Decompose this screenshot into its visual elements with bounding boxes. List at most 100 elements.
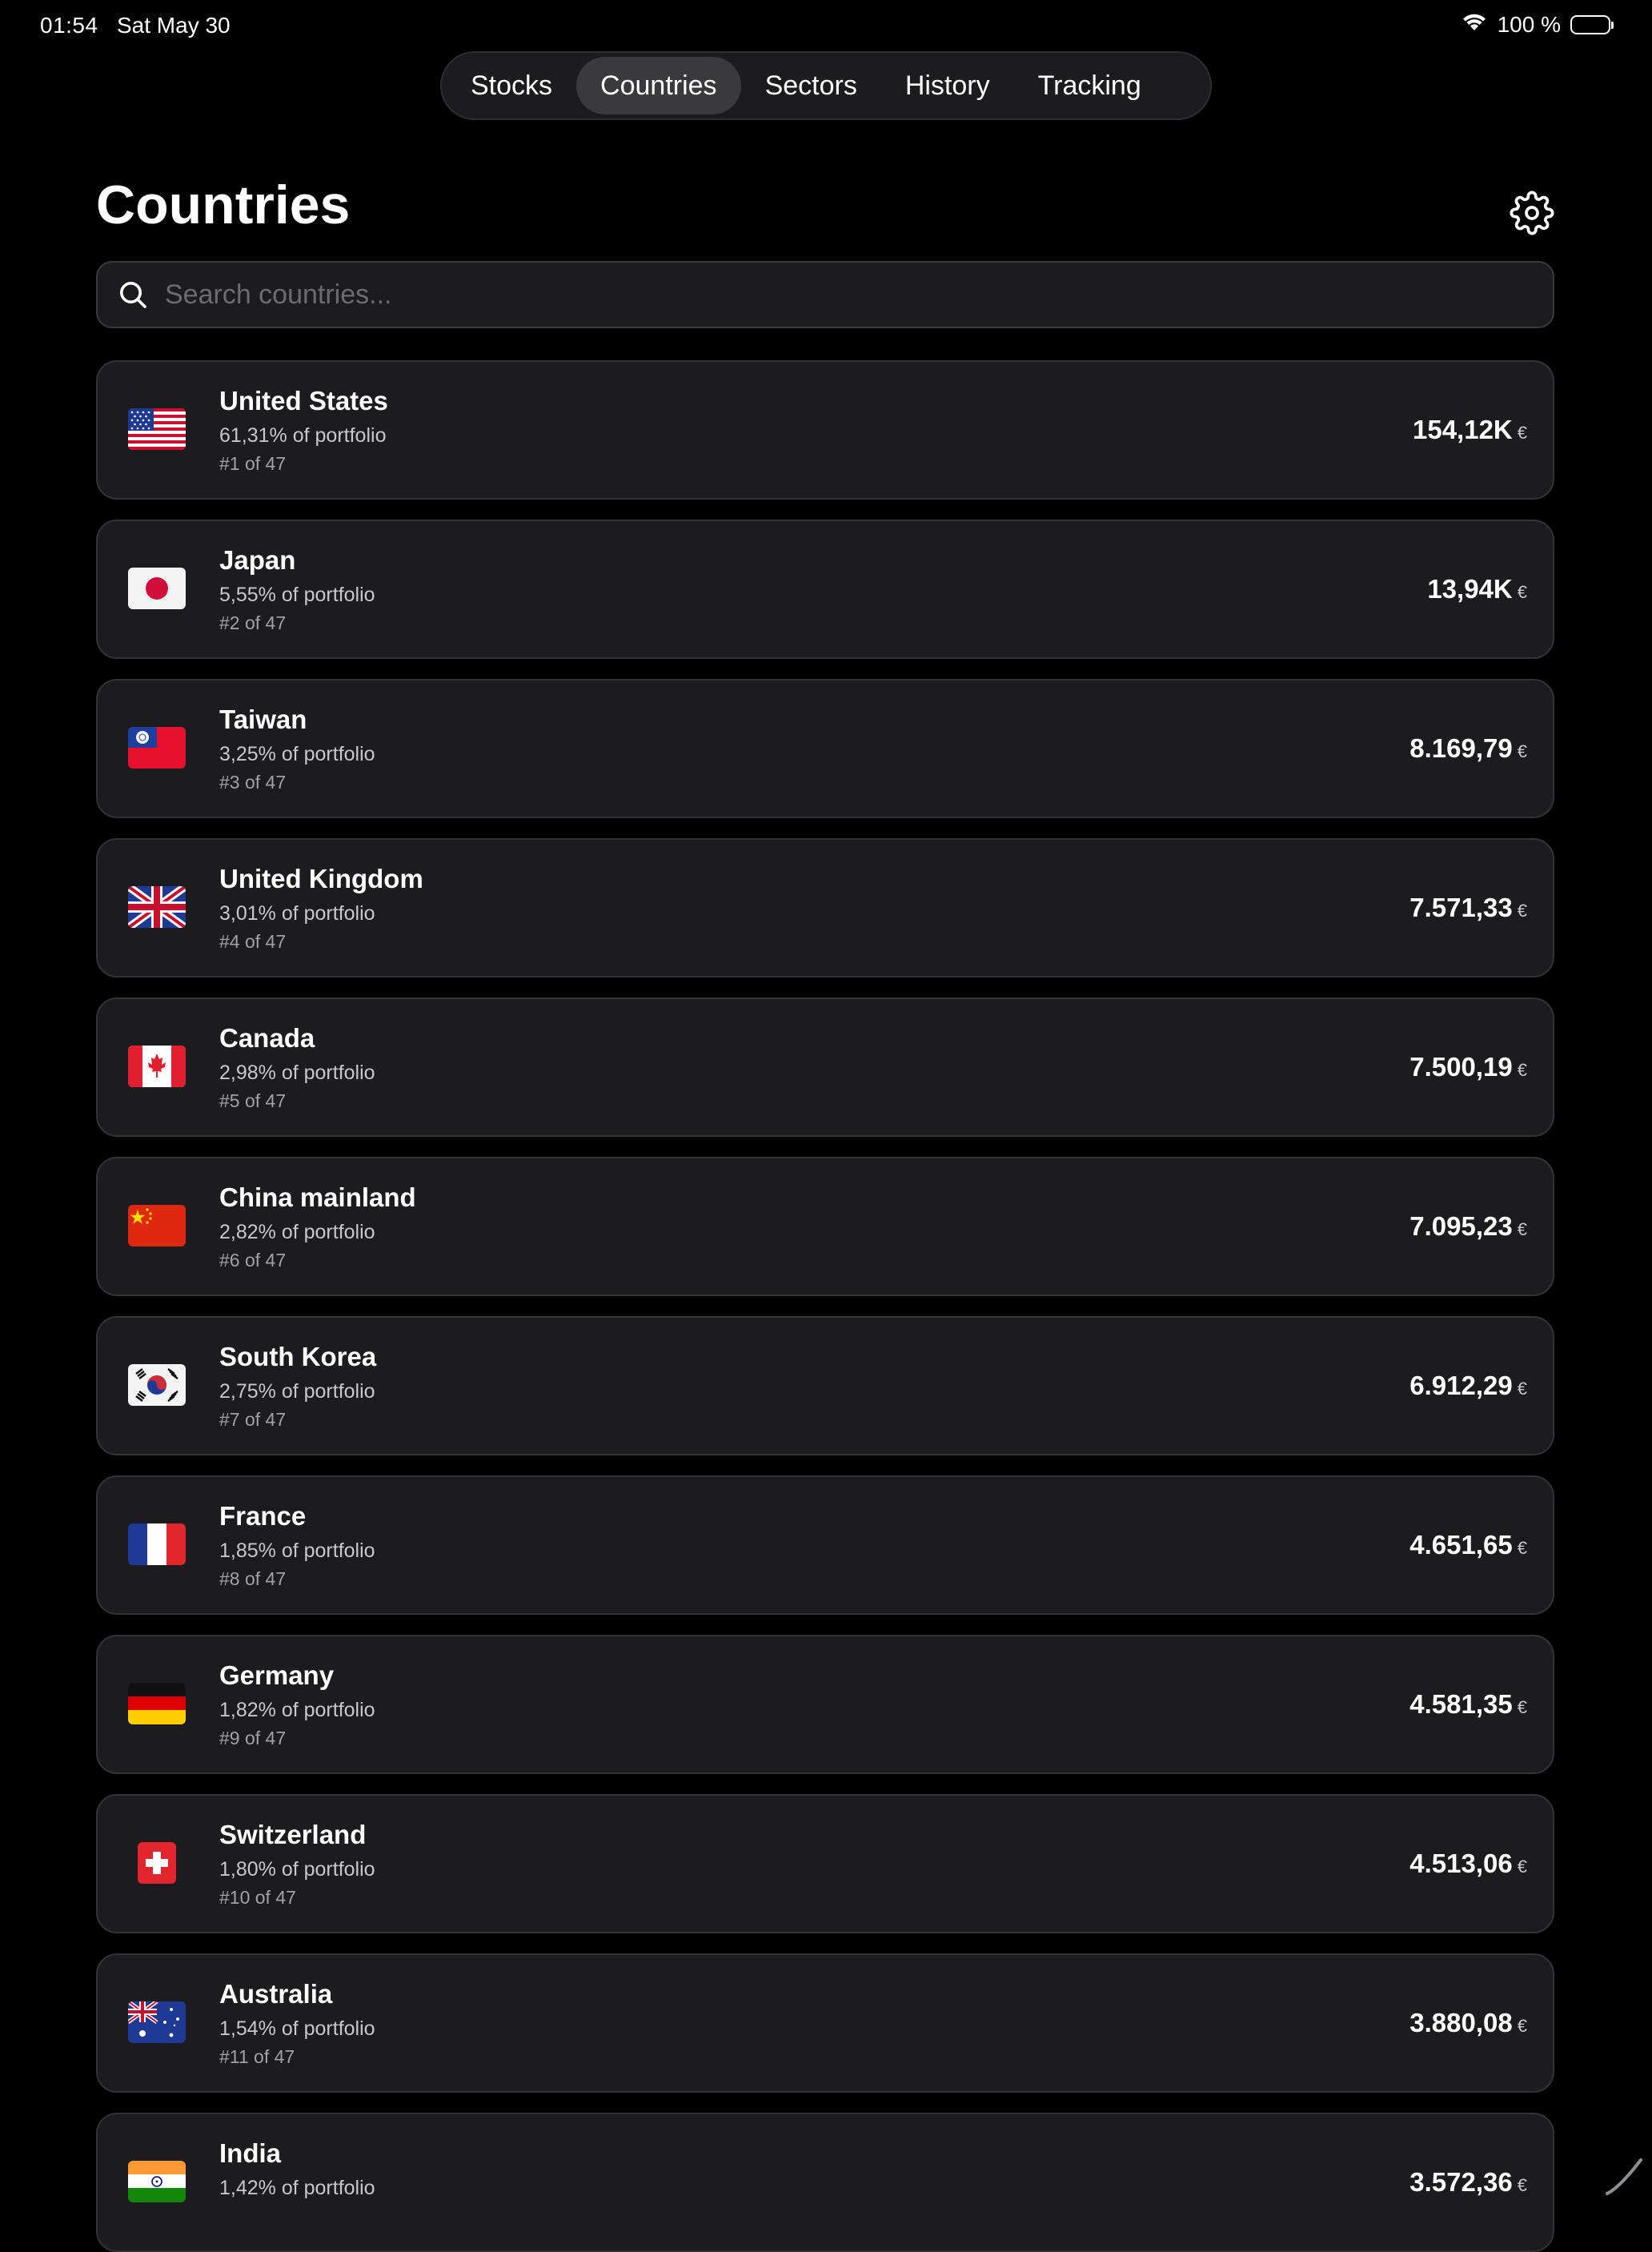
- country-name: Australia: [219, 1979, 333, 2009]
- value-amount: 4.651,65: [1409, 1530, 1513, 1560]
- country-value: 3.572,36 €: [1409, 2167, 1527, 2198]
- country-share: 1,85% of portfolio: [219, 1539, 375, 1562]
- value-currency: €: [1517, 1538, 1527, 1558]
- country-rank: #8 of 47: [219, 1568, 287, 1589]
- tab-tracking[interactable]: Tracking: [1014, 57, 1165, 114]
- country-row-australia[interactable]: Australia 1,54% of portfolio #11 of 47 3…: [96, 1953, 1554, 2093]
- country-rank: #11 of 47: [219, 2046, 295, 2067]
- tab-history[interactable]: History: [881, 57, 1014, 114]
- value-amount: 7.500,19: [1409, 1052, 1513, 1082]
- country-name: China mainland: [219, 1182, 416, 1212]
- country-rank: #5 of 47: [219, 1090, 287, 1111]
- country-share: 2,82% of portfolio: [219, 1221, 375, 1243]
- value-amount: 4.513,06: [1409, 1849, 1513, 1878]
- country-name: India: [219, 2138, 282, 2168]
- country-row-india[interactable]: India 1,42% of portfolio 3.572,36 €: [96, 2113, 1554, 2252]
- search-input[interactable]: [163, 278, 1553, 311]
- country-name: Taiwan: [219, 705, 307, 734]
- status-indicators: 100 %: [1461, 11, 1614, 38]
- flag-au-icon: [128, 2001, 186, 2043]
- tab-bar: Stocks Countries Sectors History Trackin…: [440, 51, 1212, 120]
- country-share: 3,25% of portfolio: [219, 743, 375, 765]
- country-name: United States: [219, 386, 388, 415]
- country-value: 7.571,33 €: [1409, 893, 1527, 923]
- value-currency: €: [1517, 2175, 1527, 2195]
- country-row-united-kingdom[interactable]: United Kingdom 3,01% of portfolio #4 of …: [96, 838, 1554, 977]
- flag-ca-icon: [128, 1046, 186, 1087]
- country-value: 3.880,08 €: [1409, 2008, 1527, 2038]
- flag-de-icon: [128, 1683, 186, 1724]
- tab-stocks[interactable]: Stocks: [447, 57, 576, 114]
- country-value: 6.912,29 €: [1409, 1371, 1527, 1401]
- tab-countries[interactable]: Countries: [576, 57, 741, 114]
- value-amount: 154,12K: [1412, 415, 1513, 444]
- country-share: 5,55% of portfolio: [219, 584, 375, 606]
- battery-icon: [1570, 14, 1614, 34]
- flag-cn-icon: [128, 1205, 186, 1246]
- value-currency: €: [1517, 901, 1527, 921]
- value-amount: 6.912,29: [1409, 1371, 1513, 1400]
- country-name: Japan: [219, 545, 296, 575]
- country-share: 1,54% of portfolio: [219, 2017, 375, 2040]
- country-value: 4.581,35 €: [1409, 1689, 1527, 1720]
- country-row-united-states[interactable]: United States 61,31% of portfolio #1 of …: [96, 360, 1554, 500]
- value-amount: 8.169,79: [1409, 733, 1513, 763]
- country-row-germany[interactable]: Germany 1,82% of portfolio #9 of 47 4.58…: [96, 1635, 1554, 1774]
- value-currency: €: [1517, 1697, 1527, 1717]
- country-rank: #6 of 47: [219, 1250, 287, 1271]
- flag-kr-icon: [128, 1364, 186, 1406]
- country-rank: #1 of 47: [219, 453, 287, 474]
- country-name: Switzerland: [219, 1820, 367, 1849]
- country-rank: #4 of 47: [219, 931, 287, 952]
- tab-sectors[interactable]: Sectors: [741, 57, 881, 114]
- value-currency: €: [1517, 582, 1527, 602]
- country-row-canada[interactable]: Canada 2,98% of portfolio #5 of 47 7.500…: [96, 998, 1554, 1137]
- value-currency: €: [1517, 1219, 1527, 1239]
- value-amount: 4.581,35: [1409, 1689, 1513, 1719]
- country-row-china-mainland[interactable]: China mainland 2,82% of portfolio #6 of …: [96, 1157, 1554, 1296]
- country-row-france[interactable]: France 1,85% of portfolio #8 of 47 4.651…: [96, 1475, 1554, 1615]
- search-icon: [120, 282, 146, 308]
- status-time: 01:54: [40, 13, 98, 38]
- status-date: Sat May 30: [117, 13, 231, 38]
- battery-percent: 100 %: [1497, 11, 1561, 37]
- value-currency: €: [1517, 1857, 1527, 1877]
- settings-button[interactable]: [1510, 191, 1554, 235]
- country-share: 1,42% of portfolio: [219, 2177, 375, 2199]
- flag-gb-icon: [128, 886, 186, 928]
- country-row-japan[interactable]: Japan 5,55% of portfolio #2 of 47 13,94K…: [96, 520, 1554, 659]
- flag-jp-icon: [128, 568, 186, 609]
- value-amount: 3.572,36: [1409, 2167, 1513, 2197]
- flag-us-icon: [128, 408, 186, 450]
- wifi-icon: [1461, 11, 1488, 38]
- country-value: 7.095,23 €: [1409, 1211, 1527, 1242]
- value-amount: 3.880,08: [1409, 2008, 1513, 2037]
- country-name: Germany: [219, 1660, 335, 1690]
- country-value: 4.651,65 €: [1409, 1530, 1527, 1560]
- country-share: 2,75% of portfolio: [219, 1380, 375, 1403]
- country-share: 61,31% of portfolio: [219, 424, 387, 447]
- country-value: 8.169,79 €: [1409, 733, 1527, 764]
- page-title: Countries: [96, 175, 351, 235]
- country-row-switzerland[interactable]: Switzerland 1,80% of portfolio #10 of 47…: [96, 1794, 1554, 1933]
- value-amount: 13,94K: [1427, 574, 1513, 604]
- search-box: [96, 261, 1554, 328]
- country-name: Canada: [219, 1023, 315, 1053]
- country-row-south-korea[interactable]: South Korea 2,75% of portfolio #7 of 47 …: [96, 1316, 1554, 1455]
- country-row-taiwan[interactable]: Taiwan 3,25% of portfolio #3 of 47 8.169…: [96, 679, 1554, 818]
- country-value: 7.500,19 €: [1409, 1052, 1527, 1082]
- value-currency: €: [1517, 741, 1527, 761]
- country-share: 3,01% of portfolio: [219, 902, 375, 925]
- country-name: France: [219, 1501, 307, 1531]
- value-currency: €: [1517, 1379, 1527, 1399]
- country-value: 4.513,06 €: [1409, 1849, 1527, 1879]
- country-value: 154,12K €: [1413, 415, 1527, 445]
- country-rank: #10 of 47: [219, 1887, 296, 1908]
- value-currency: €: [1517, 1060, 1527, 1080]
- gear-icon: [1510, 191, 1554, 235]
- country-share: 2,98% of portfolio: [219, 1062, 375, 1084]
- country-rank: #7 of 47: [219, 1409, 287, 1430]
- value-amount: 7.571,33: [1409, 893, 1513, 922]
- flag-in-icon: [128, 2161, 186, 2202]
- value-currency: €: [1517, 2016, 1527, 2036]
